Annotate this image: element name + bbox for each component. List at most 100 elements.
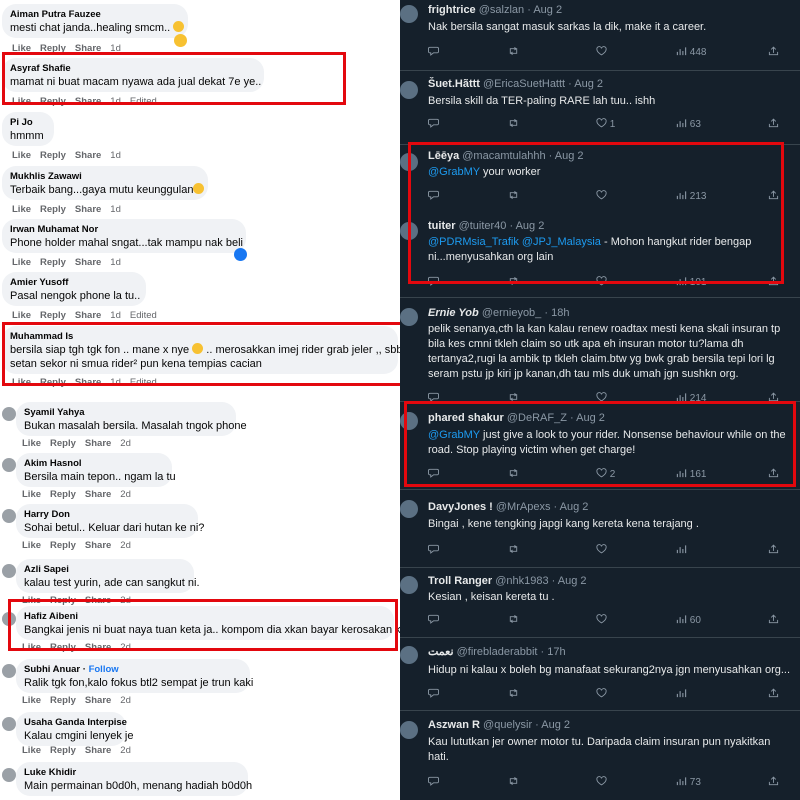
share-button[interactable]: Share [75,96,101,107]
tweet-date[interactable]: 17h [547,646,565,658]
tweet-author[interactable]: Ernie Yob [428,307,479,319]
share-button[interactable]: Share [75,43,101,54]
avatar[interactable] [2,509,16,523]
retweet-button[interactable] [508,276,519,288]
avatar[interactable] [2,768,16,782]
retweet-button[interactable] [508,46,519,58]
like-button[interactable]: 2 [596,468,615,480]
tweet-author[interactable]: Troll Ranger [428,575,492,587]
like-button[interactable] [596,392,607,404]
views-button[interactable]: 214 [676,392,706,404]
commenter-name[interactable]: Akim Hasnol [24,457,164,470]
share-button[interactable]: Share [85,642,111,653]
comment-time[interactable]: 2d [120,595,131,606]
comment-time[interactable]: 2d [120,695,131,706]
tweet-handle[interactable]: @firebladerabbit [457,646,538,658]
share-button[interactable]: Share [75,377,101,388]
tweet-date[interactable]: Aug 2 [555,150,584,162]
share-button[interactable] [768,776,779,788]
tweet-author[interactable]: phared shakur [428,412,504,424]
tweet-mention[interactable]: @PDRMsia_Trafik [428,236,519,248]
like-button[interactable]: Like [22,642,41,653]
share-button[interactable]: Share [85,595,111,606]
avatar[interactable] [400,81,418,99]
share-button[interactable] [768,276,779,288]
avatar[interactable] [400,5,418,23]
share-button[interactable] [768,190,779,202]
share-button[interactable] [768,46,779,58]
tweet-handle[interactable]: @MrApexs [496,501,551,513]
views-button[interactable]: 448 [676,46,706,58]
tweet-author[interactable]: Aszwan R [428,719,480,731]
share-button[interactable] [768,544,779,556]
retweet-button[interactable] [508,688,519,700]
like-button[interactable]: Like [12,257,31,268]
reply-button[interactable] [428,190,439,202]
commenter-name[interactable]: Usaha Ganda Interpise [24,716,127,729]
avatar[interactable] [400,721,418,739]
tweet-handle[interactable]: @EricaSuetHattt [483,78,565,90]
avatar[interactable] [400,308,418,326]
like-reaction-icon[interactable] [234,248,247,261]
tweet-handle[interactable]: @DeRAF_Z [507,412,567,424]
like-button[interactable]: Like [22,438,41,449]
reply-button[interactable]: Reply [40,43,66,54]
commenter-name[interactable]: Asyraf Shafie [10,62,256,75]
share-button[interactable]: Share [75,310,101,321]
commenter-name[interactable]: Irwan Muhamat Nor [10,223,238,236]
follow-button[interactable]: Follow [89,664,119,675]
like-button[interactable] [596,276,607,288]
like-button[interactable] [596,688,607,700]
views-button[interactable]: 60 [676,614,701,626]
reply-button[interactable]: Reply [50,540,76,551]
tweet-date[interactable]: Aug 2 [574,78,603,90]
avatar[interactable] [400,500,418,518]
like-button[interactable] [596,776,607,788]
tweet-handle[interactable]: @nhk1983 [495,575,548,587]
comment-time[interactable]: 1d [110,204,121,215]
like-button[interactable]: Like [22,489,41,500]
reply-button[interactable] [428,118,439,130]
share-button[interactable]: Share [85,489,111,500]
tweet[interactable]: Ernie Yob @ernieyob_ · 18h pelik senanya… [400,297,800,401]
views-button[interactable] [676,688,687,700]
share-button[interactable] [768,118,779,130]
tweet-handle[interactable]: @ernieyob_ [482,307,541,319]
share-button[interactable]: Share [85,540,111,551]
tweet-date[interactable]: Aug 2 [558,575,587,587]
tweet-mention[interactable]: @JPJ_Malaysia [522,236,601,248]
like-button[interactable] [596,190,607,202]
share-button[interactable] [768,614,779,626]
views-button[interactable]: 101 [676,276,706,288]
views-button[interactable] [676,544,687,556]
reply-button[interactable]: Reply [40,377,66,388]
tweet-date[interactable]: 18h [551,307,569,319]
commenter-name[interactable]: Mukhlis Zawawi [10,170,200,183]
comment-time[interactable]: 2d [120,489,131,500]
tweet-mention[interactable]: @GrabMY [428,166,480,178]
commenter-name[interactable]: Subhi Anuar [24,664,80,675]
share-button[interactable] [768,688,779,700]
share-button[interactable]: Share [85,745,111,756]
tweet-author[interactable]: DavyJones ! [428,501,493,513]
like-button[interactable]: Like [22,540,41,551]
commenter-name[interactable]: Harry Don [24,508,190,521]
like-button[interactable]: Like [22,695,41,706]
retweet-button[interactable] [508,118,519,130]
commenter-name[interactable]: Muhammad Is [10,330,390,343]
views-button[interactable]: 161 [676,468,706,480]
like-button[interactable]: Like [12,43,31,54]
tweet[interactable]: Šuet.Hãttt @EricaSuetHattt · Aug 2 Bersi… [400,70,800,144]
haha-reaction-icon[interactable] [174,34,187,47]
avatar[interactable] [2,717,16,731]
reply-button[interactable]: Reply [50,695,76,706]
tweet-author[interactable]: Lēēya [428,150,459,162]
reply-button[interactable] [428,276,439,288]
tweet-mention[interactable]: @GrabMY [428,429,480,441]
comment-time[interactable]: 1d [110,96,121,107]
tweet-date[interactable]: Aug 2 [576,412,605,424]
avatar[interactable] [2,612,16,626]
reply-button[interactable]: Reply [40,96,66,107]
like-button[interactable]: Like [22,745,41,756]
like-button[interactable]: Like [12,377,31,388]
